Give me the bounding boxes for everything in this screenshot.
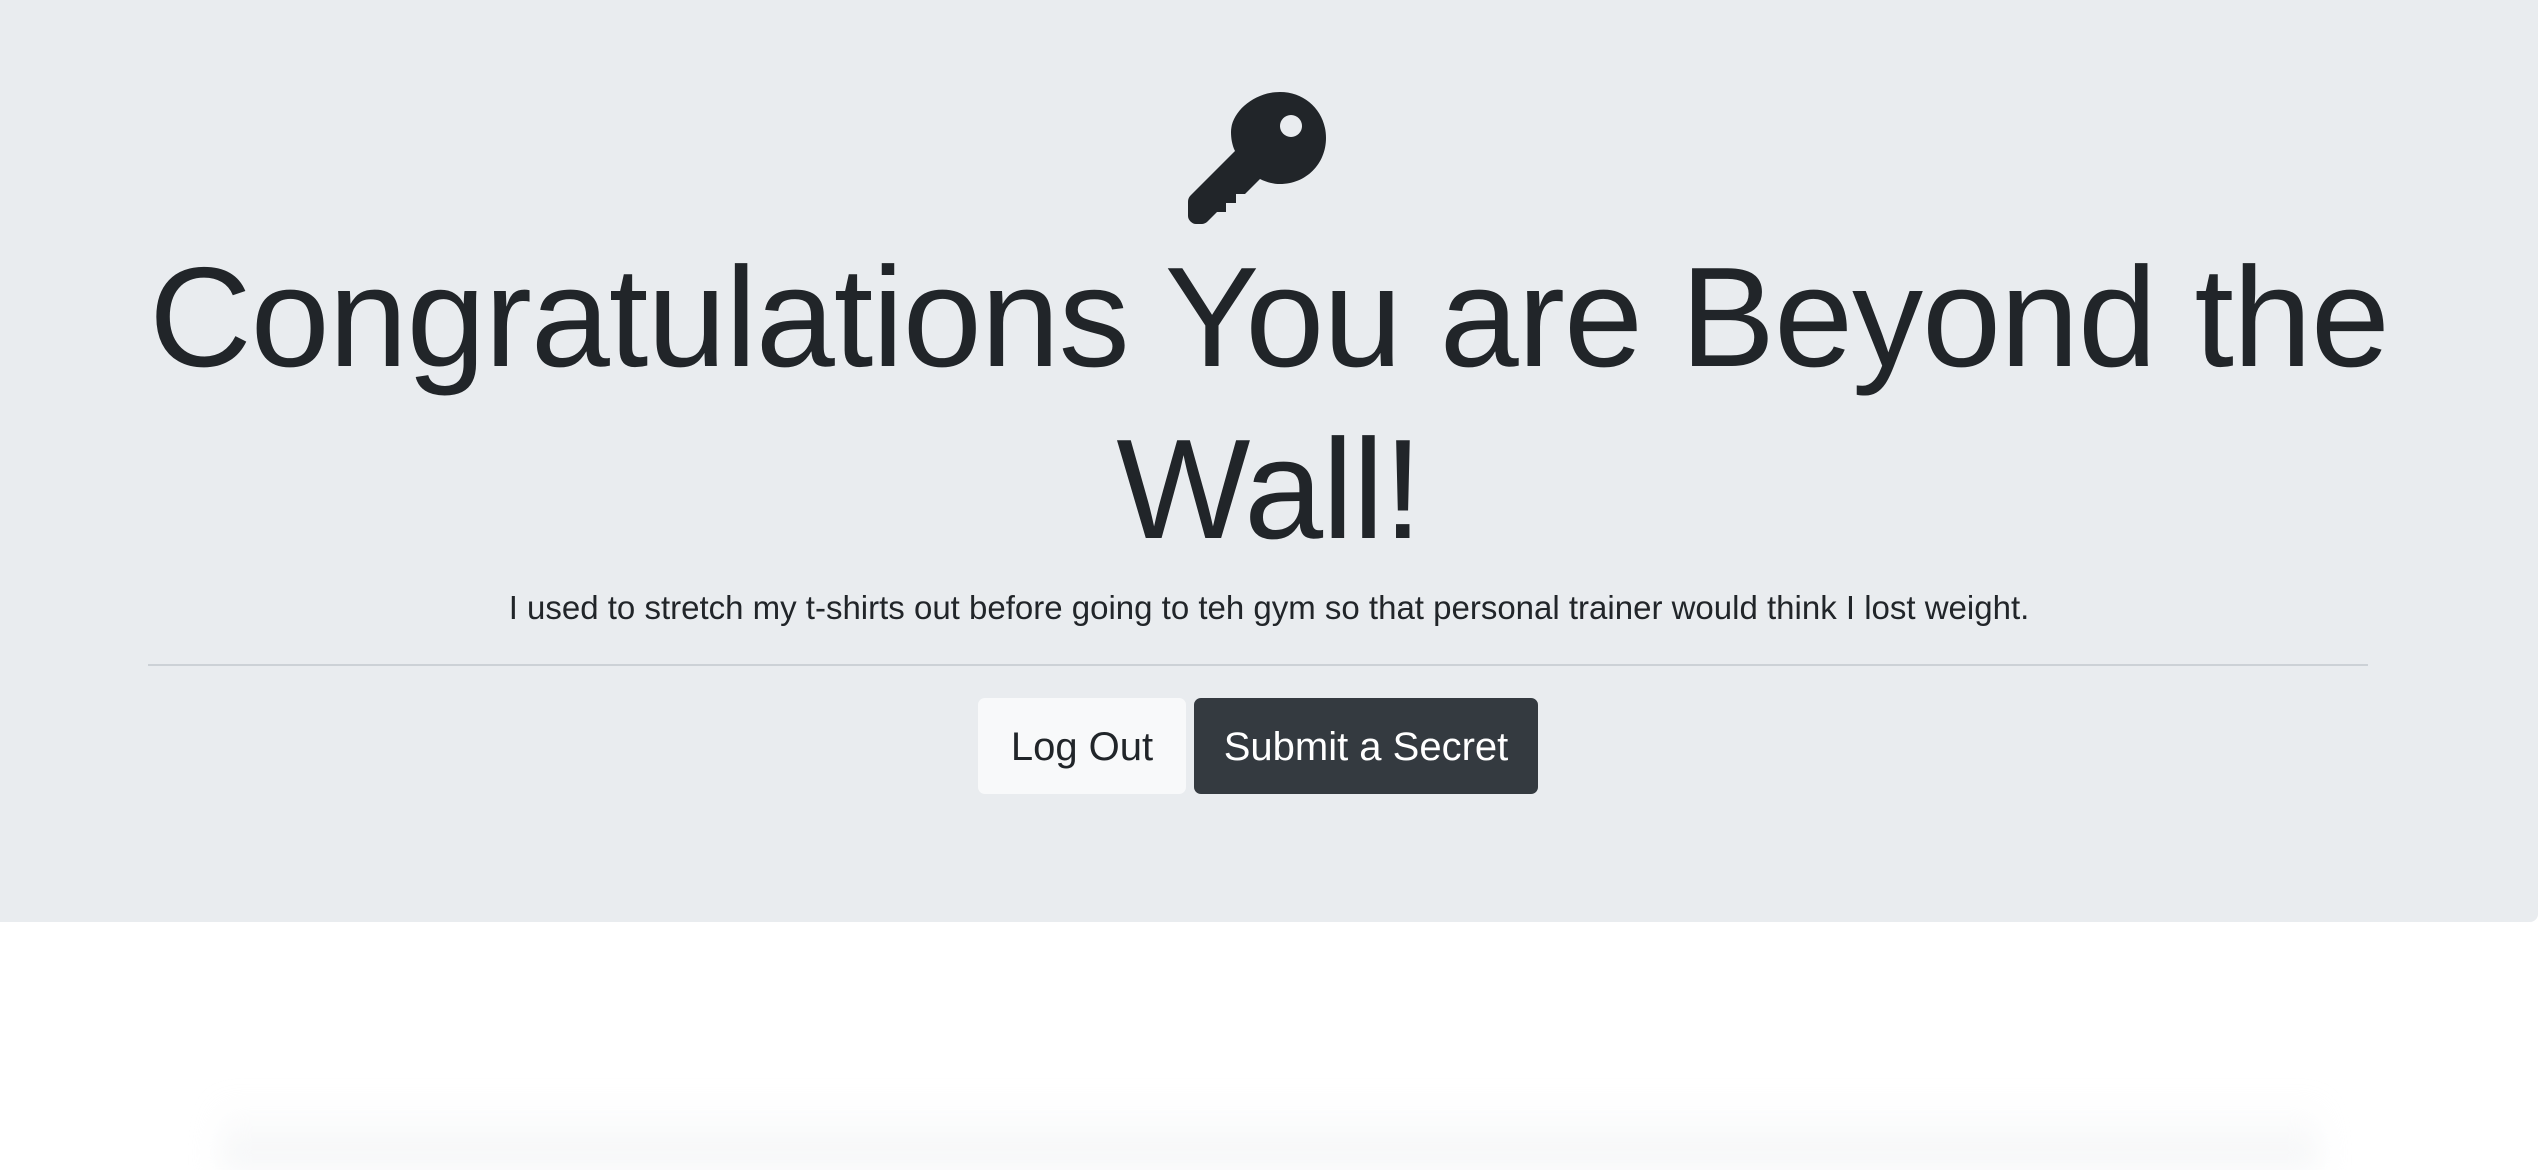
submit-secret-button[interactable]: Submit a Secret: [1194, 698, 1538, 794]
page-shadow: [220, 1100, 2320, 1170]
divider: [148, 664, 2368, 666]
page: Congratulations You are Beyond the Wall!…: [0, 0, 2538, 1170]
page-title: Congratulations You are Beyond the Wall!: [149, 238, 2390, 569]
hero-jumbotron: Congratulations You are Beyond the Wall!…: [0, 0, 2538, 922]
key-icon: [1188, 92, 1326, 224]
log-out-button[interactable]: Log Out: [978, 698, 1186, 794]
secret-text: I used to stretch my t-shirts out before…: [508, 589, 2030, 626]
